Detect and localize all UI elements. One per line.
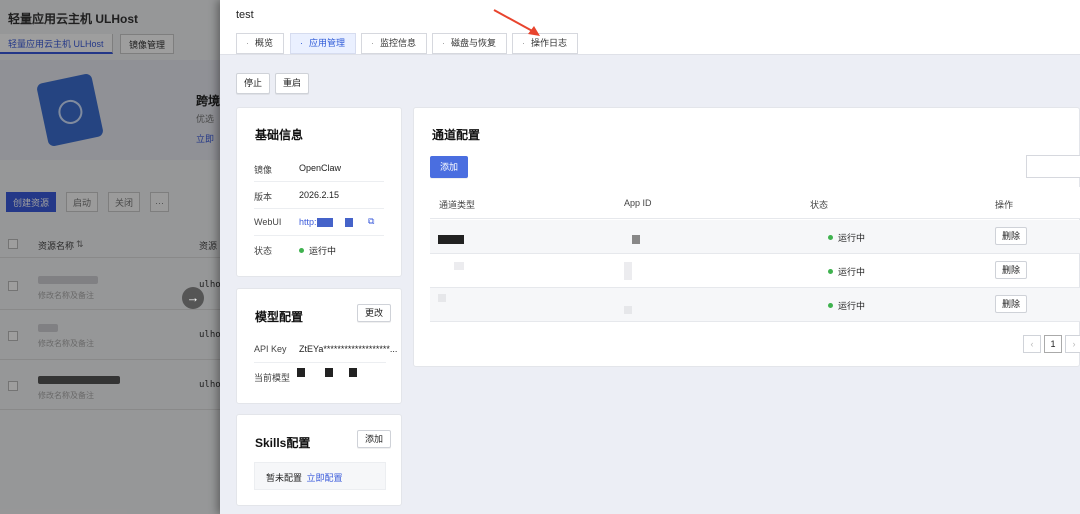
redacted-url: [344, 218, 353, 228]
table-row: 运行中 删除: [430, 288, 1080, 322]
drawer-header: test 概览 应用管理 监控信息 磁盘与恢复 操作日志: [220, 0, 1080, 55]
status-cell: 运行中: [828, 231, 865, 244]
skills-config-card: Skills配置 添加 暂未配置 立即配置: [236, 414, 402, 506]
instance-drawer: test 概览 应用管理 监控信息 磁盘与恢复 操作日志 停止 重启 基础信息 …: [220, 0, 1080, 514]
status-text: 运行中: [838, 267, 866, 277]
annotation-arrow-icon: [493, 9, 540, 36]
status-dot-icon: [828, 303, 833, 309]
add-skill-button[interactable]: 添加: [357, 430, 392, 448]
webui-value[interactable]: http:: [299, 217, 317, 227]
page-1-button[interactable]: 1: [1044, 335, 1062, 353]
modal-overlay[interactable]: [0, 0, 220, 514]
image-row: 镜像 OpenClaw: [254, 155, 384, 182]
image-value: OpenClaw: [299, 163, 342, 173]
apikey-value: ZtEYa*******************...: [299, 344, 398, 354]
basic-info-card: 基础信息 镜像 OpenClaw 版本 2026.2.15 WebUI http…: [236, 107, 402, 277]
status-cell: 运行中: [828, 265, 865, 278]
skills-empty-box: 暂未配置 立即配置: [254, 462, 386, 490]
webui-label: WebUI: [254, 217, 282, 227]
status-cell: 运行中: [828, 299, 865, 312]
edit-model-button[interactable]: 更改: [357, 304, 392, 322]
redacted-url: [316, 218, 333, 228]
col-app-id: App ID: [624, 198, 652, 208]
tab-overview[interactable]: 概览: [236, 33, 285, 54]
channel-search-input[interactable]: [1026, 155, 1080, 178]
redacted-app-id: [624, 262, 632, 280]
status-dot-icon: [299, 248, 304, 254]
status-value-wrap: 运行中: [299, 244, 336, 257]
version-label: 版本: [254, 192, 273, 202]
status-row: 状态 运行中: [254, 236, 384, 263]
channel-table-header: 通道类型 App ID 状态 操作: [430, 187, 1080, 219]
redacted-app-id: [624, 306, 632, 314]
apikey-row: API Key ZtEYa*******************...: [254, 336, 397, 363]
model-config-title: 模型配置: [255, 310, 304, 324]
tab-monitoring[interactable]: 监控信息: [361, 33, 428, 54]
status-value: 运行中: [309, 246, 337, 256]
restart-button[interactable]: 重启: [275, 73, 310, 94]
status-text: 运行中: [838, 301, 866, 311]
skills-empty-text: 暂未配置: [266, 473, 303, 483]
version-value: 2026.2.15: [299, 190, 340, 200]
skills-config-title: Skills配置: [255, 436, 311, 450]
channel-config-title: 通道配置: [432, 128, 481, 142]
channel-config-card: 通道配置 添加 通道类型 App ID 状态 操作 运行中 删除 运行中 删除 …: [413, 107, 1080, 367]
drawer-title: test: [236, 9, 254, 21]
image-label: 镜像: [254, 165, 273, 175]
status-text: 运行中: [838, 233, 866, 243]
redacted-channel-type: [438, 294, 446, 302]
table-row: 运行中 删除: [430, 220, 1080, 254]
delete-button[interactable]: 删除: [995, 227, 1028, 245]
tab-app-management[interactable]: 应用管理: [290, 33, 357, 54]
basic-info-title: 基础信息: [255, 128, 304, 142]
redacted-model: [325, 368, 333, 377]
delete-button[interactable]: 删除: [995, 295, 1028, 313]
next-page-button[interactable]: ›: [1065, 335, 1080, 353]
add-channel-button[interactable]: 添加: [430, 156, 469, 178]
webui-row: WebUI http: ⧉: [254, 209, 384, 236]
redacted-model: [349, 368, 357, 377]
status-label: 状态: [254, 246, 273, 256]
model-config-card: 模型配置 更改 API Key ZtEYa*******************…: [236, 288, 402, 404]
delete-button[interactable]: 删除: [995, 261, 1028, 279]
configure-now-link[interactable]: 立即配置: [307, 473, 343, 483]
current-model-row: 当前模型: [254, 363, 384, 390]
stop-button[interactable]: 停止: [236, 73, 271, 94]
redacted-model: [297, 368, 305, 377]
redacted-app-id: [632, 235, 640, 244]
redacted-channel-type: [438, 235, 464, 244]
col-status: 状态: [810, 200, 829, 210]
table-row: 运行中 删除: [430, 254, 1080, 288]
current-model-label: 当前模型: [254, 373, 291, 383]
col-channel-type: 通道类型: [439, 200, 476, 210]
status-dot-icon: [828, 235, 833, 241]
copy-icon[interactable]: ⧉: [368, 216, 374, 227]
version-row: 版本 2026.2.15: [254, 182, 384, 209]
webui-link[interactable]: http:: [299, 217, 353, 228]
status-dot-icon: [828, 269, 833, 275]
arrow-right-icon[interactable]: →: [182, 287, 204, 309]
apikey-label: API Key: [254, 344, 287, 354]
redacted-channel-type: [454, 262, 464, 270]
prev-page-button[interactable]: ‹: [1023, 335, 1041, 353]
col-action: 操作: [995, 200, 1014, 210]
